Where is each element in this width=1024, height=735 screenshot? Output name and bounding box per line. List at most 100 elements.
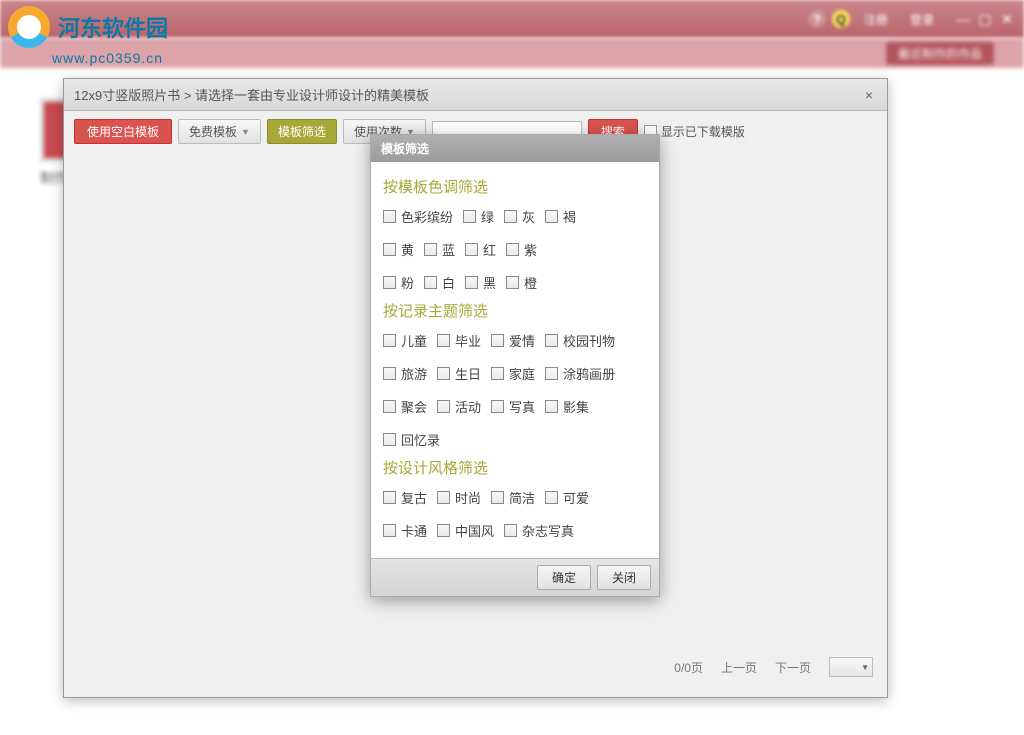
checkbox-icon <box>506 276 519 289</box>
filter-checkbox-label: 蓝 <box>442 240 455 259</box>
filter-checkbox[interactable]: 校园刊物 <box>545 331 615 350</box>
section-color-title: 按模板色调筛选 <box>383 176 647 197</box>
checkbox-icon <box>491 491 504 504</box>
register-link[interactable]: 注册 <box>856 9 896 30</box>
filter-checkbox[interactable]: 爱情 <box>491 331 535 350</box>
section-theme-title: 按记录主题筛选 <box>383 300 647 321</box>
free-template-dropdown[interactable]: 免费模板▼ <box>178 119 261 144</box>
minimize-icon[interactable]: — <box>954 11 972 28</box>
filter-checkbox[interactable]: 白 <box>424 273 455 292</box>
filter-checkbox-label: 写真 <box>509 397 535 416</box>
checkbox-icon <box>437 334 450 347</box>
recent-works-button[interactable]: 最近制作的作品 <box>886 42 994 65</box>
filter-checkbox-label: 杂志写真 <box>522 521 574 540</box>
chevron-down-icon: ▼ <box>861 663 869 672</box>
filter-checkbox[interactable]: 复古 <box>383 488 427 507</box>
filter-checkbox-label: 色彩缤纷 <box>401 207 453 226</box>
filter-checkbox[interactable]: 橙 <box>506 273 537 292</box>
filter-checkbox-label: 毕业 <box>455 331 481 350</box>
filter-checkbox-label: 校园刊物 <box>563 331 615 350</box>
filter-checkbox-label: 影集 <box>563 397 589 416</box>
filter-checkbox[interactable]: 中国风 <box>437 521 494 540</box>
filter-checkbox[interactable]: 毕业 <box>437 331 481 350</box>
checkbox-icon <box>491 367 504 380</box>
window-close-button[interactable]: × <box>861 87 877 103</box>
checkbox-icon <box>383 367 396 380</box>
prev-page-link[interactable]: 上一页 <box>721 659 757 676</box>
close-icon[interactable]: ✕ <box>998 11 1016 28</box>
checkbox-icon <box>506 243 519 256</box>
filter-checkbox[interactable]: 黑 <box>465 273 496 292</box>
window-controls: — ▢ ✕ <box>954 11 1016 28</box>
filter-checkbox-label: 紫 <box>524 240 537 259</box>
filter-checkbox[interactable]: 回忆录 <box>383 430 440 449</box>
filter-checkbox-label: 爱情 <box>509 331 535 350</box>
login-link[interactable]: 登录 <box>902 9 942 30</box>
filter-checkbox[interactable]: 卡通 <box>383 521 427 540</box>
filter-dialog-title: 模板筛选 <box>371 135 659 162</box>
filter-checkbox[interactable]: 紫 <box>506 240 537 259</box>
filter-checkbox-label: 橙 <box>524 273 537 292</box>
filter-checkbox[interactable]: 色彩缤纷 <box>383 207 453 226</box>
close-button[interactable]: 关闭 <box>597 565 651 590</box>
checkbox-icon <box>437 524 450 537</box>
filter-checkbox[interactable]: 粉 <box>383 273 414 292</box>
filter-checkbox[interactable]: 时尚 <box>437 488 481 507</box>
style-filter-group: 复古 时尚简洁可爱 卡通中国风 杂志写真 <box>383 488 647 540</box>
app-titlebar: ? Q 注册 登录 — ▢ ✕ <box>0 0 1024 38</box>
checkbox-icon <box>383 276 396 289</box>
checkbox-icon <box>424 276 437 289</box>
filter-checkbox[interactable]: 可爱 <box>545 488 589 507</box>
filter-checkbox[interactable]: 聚会 <box>383 397 427 416</box>
checkbox-icon <box>383 243 396 256</box>
theme-filter-group: 儿童 毕业 爱情 校园刊物 旅游 生日 家庭 涂鸦画册 聚会 活动 写真 影集 回忆录 <box>383 331 647 449</box>
checkbox-icon <box>465 276 478 289</box>
filter-checkbox[interactable]: 杂志写真 <box>504 521 574 540</box>
filter-checkbox[interactable]: 涂鸦画册 <box>545 364 615 383</box>
filter-checkbox[interactable]: 褐 <box>545 207 576 226</box>
breadcrumb-sub: 请选择一套由专业设计师设计的精美模板 <box>195 88 429 103</box>
filter-checkbox[interactable]: 生日 <box>437 364 481 383</box>
filter-checkbox[interactable]: 家庭 <box>491 364 535 383</box>
checkbox-icon <box>545 491 558 504</box>
checkbox-icon <box>383 334 396 347</box>
filter-checkbox[interactable]: 黄 <box>383 240 414 259</box>
filter-checkbox[interactable]: 灰 <box>504 207 535 226</box>
checkbox-icon <box>491 334 504 347</box>
use-blank-template-button[interactable]: 使用空白模板 <box>74 119 172 144</box>
checkbox-icon <box>504 524 517 537</box>
page-indicator: 0/0页 <box>674 659 703 676</box>
filter-checkbox[interactable]: 蓝 <box>424 240 455 259</box>
next-page-link[interactable]: 下一页 <box>775 659 811 676</box>
filter-checkbox-label: 白 <box>442 273 455 292</box>
filter-checkbox-label: 回忆录 <box>401 430 440 449</box>
filter-checkbox[interactable]: 写真 <box>491 397 535 416</box>
filter-checkbox[interactable]: 影集 <box>545 397 589 416</box>
maximize-icon[interactable]: ▢ <box>976 11 994 28</box>
filter-checkbox-label: 绿 <box>481 207 494 226</box>
filter-checkbox-label: 生日 <box>455 364 481 383</box>
filter-checkbox[interactable]: 简洁 <box>491 488 535 507</box>
checkbox-icon <box>383 524 396 537</box>
filter-checkbox-label: 活动 <box>455 397 481 416</box>
checkbox-icon <box>504 210 517 223</box>
filter-checkbox-label: 灰 <box>522 207 535 226</box>
template-filter-button[interactable]: 模板筛选 <box>267 119 337 144</box>
filter-checkbox[interactable]: 儿童 <box>383 331 427 350</box>
page-select-dropdown[interactable]: ▼ <box>829 657 873 677</box>
filter-checkbox-label: 涂鸦画册 <box>563 364 615 383</box>
filter-checkbox[interactable]: 旅游 <box>383 364 427 383</box>
pager: 0/0页 上一页 下一页 ▼ <box>674 657 873 677</box>
qq-icon[interactable]: Q <box>832 10 850 28</box>
filter-checkbox-label: 卡通 <box>401 521 427 540</box>
filter-checkbox-label: 时尚 <box>455 488 481 507</box>
checkbox-icon <box>465 243 478 256</box>
filter-checkbox-label: 家庭 <box>509 364 535 383</box>
checkbox-icon <box>383 400 396 413</box>
app-subbar: 最近制作的作品 <box>0 38 1024 68</box>
ok-button[interactable]: 确定 <box>537 565 591 590</box>
filter-checkbox[interactable]: 红 <box>465 240 496 259</box>
filter-checkbox[interactable]: 绿 <box>463 207 494 226</box>
help-icon[interactable]: ? <box>808 10 826 28</box>
filter-checkbox[interactable]: 活动 <box>437 397 481 416</box>
